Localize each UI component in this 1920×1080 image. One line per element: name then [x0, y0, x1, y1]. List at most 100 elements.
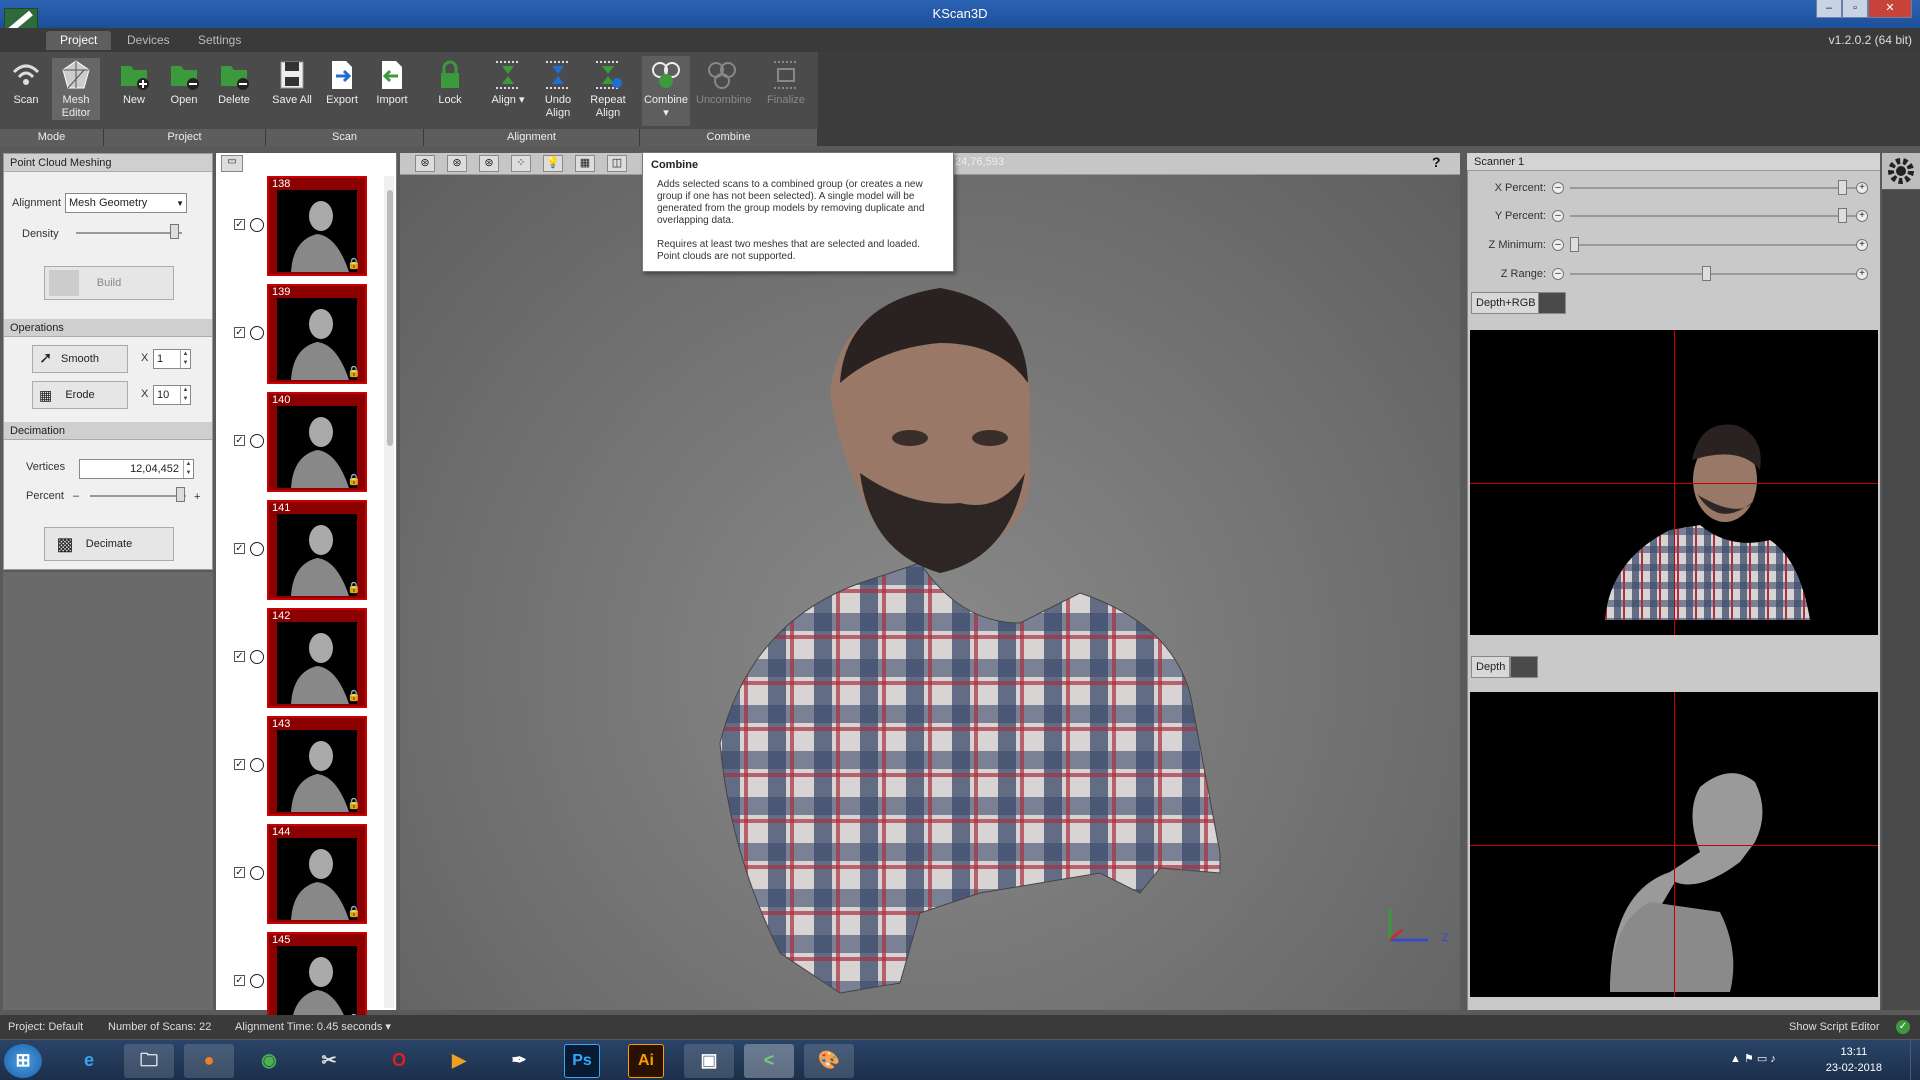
camera-icon[interactable]	[1510, 656, 1538, 678]
scan-thumbnail[interactable]: 143 🔒	[267, 716, 367, 816]
scanned-person-model[interactable]	[400, 153, 1460, 1010]
percent-minus[interactable]: –	[73, 490, 79, 502]
paint-icon[interactable]: 🎨	[804, 1044, 854, 1078]
scan-thumbnail[interactable]: 140 🔒	[267, 392, 367, 492]
scan-visibility-checkbox[interactable]: ✓	[234, 651, 245, 662]
scan-thumbnail[interactable]: 138 🔒	[267, 176, 367, 276]
color-grid-icon[interactable]: ▦	[575, 155, 595, 172]
scan-visibility-checkbox[interactable]: ✓	[234, 327, 245, 338]
alignment-select[interactable]: Mesh Geometry ▼	[65, 193, 187, 213]
x-percent-slider[interactable]: X Percent: – +	[1470, 177, 1878, 199]
erode-button[interactable]: ▦ Erode	[32, 381, 128, 409]
close-button[interactable]: ✕	[1868, 0, 1912, 18]
z-minimum-slider[interactable]: Z Minimum: – +	[1470, 234, 1878, 256]
build-button[interactable]: Build	[44, 266, 174, 300]
scan-button[interactable]: Scan	[2, 58, 50, 107]
tray-icons[interactable]: ▲ ⚑ ▭ ♪	[1730, 1052, 1776, 1065]
slider-knob[interactable]	[1570, 237, 1579, 252]
smooth-iterations-input[interactable]: 1 ▲ ▼	[153, 349, 191, 369]
y-percent-slider[interactable]: Y Percent: – +	[1470, 205, 1878, 227]
density-slider-knob[interactable]	[170, 224, 179, 239]
opera-icon[interactable]: O	[374, 1044, 424, 1078]
spin-buttons[interactable]: ▲ ▼	[180, 386, 190, 404]
scan-thumbnail[interactable]: 139 🔒	[267, 284, 367, 384]
tab-depth[interactable]: Depth	[1471, 656, 1511, 678]
uncombine-button[interactable]: Uncombine	[696, 58, 752, 107]
alignment-time-status[interactable]: Alignment Time: 0.45 seconds ▾	[235, 1015, 391, 1039]
slider-knob[interactable]	[1838, 180, 1847, 195]
slider-knob[interactable]	[1838, 208, 1847, 223]
percent-plus[interactable]: +	[194, 491, 200, 503]
reel-icon[interactable]	[250, 218, 264, 232]
bounding-box-icon[interactable]: ◫	[607, 155, 627, 172]
illustrator-icon[interactable]: Ai	[628, 1044, 664, 1078]
scan-visibility-checkbox[interactable]: ✓	[234, 543, 245, 554]
combine-button[interactable]: Combine ▾	[642, 56, 690, 126]
reel-alt-icon[interactable]: ⊛	[447, 155, 467, 172]
show-script-editor-link[interactable]: Show Script Editor	[1789, 1015, 1879, 1039]
new-button[interactable]: New	[110, 58, 158, 107]
reel-icon[interactable]	[250, 434, 264, 448]
plus-icon[interactable]: +	[1856, 210, 1868, 222]
minus-icon[interactable]: –	[1552, 239, 1564, 251]
camera-icon[interactable]	[1538, 292, 1566, 314]
smooth-button[interactable]: ➚ Smooth	[32, 345, 128, 373]
chrome-icon[interactable]: ◉	[244, 1044, 294, 1078]
tab-depth-rgb[interactable]: Depth+RGB	[1471, 292, 1541, 314]
minus-icon[interactable]: –	[1552, 182, 1564, 194]
reel-icon[interactable]	[250, 326, 264, 340]
export-button[interactable]: Export	[318, 58, 366, 107]
erode-iterations-input[interactable]: 10 ▲ ▼	[153, 385, 191, 405]
mesh-editor-button[interactable]: Mesh Editor	[52, 58, 100, 120]
reel-outline-icon[interactable]: ⊛	[479, 155, 499, 172]
decimate-button[interactable]: ▩ Decimate	[44, 527, 174, 561]
reel-icon[interactable]	[250, 866, 264, 880]
scan-item[interactable]: ✓ 138 🔒	[216, 176, 397, 284]
image-view-icon[interactable]: ▭	[221, 155, 243, 172]
scan-item[interactable]: ✓ 143 🔒	[216, 716, 397, 824]
finalize-button[interactable]: Finalize	[762, 58, 810, 107]
scan-thumbnail[interactable]: 144 🔒	[267, 824, 367, 924]
start-button[interactable]: ⊞	[4, 1044, 42, 1078]
slider-knob[interactable]	[1702, 266, 1711, 281]
scan-visibility-checkbox[interactable]: ✓	[234, 759, 245, 770]
percent-slider[interactable]	[90, 495, 186, 497]
reel-icon[interactable]: ⊛	[415, 155, 435, 172]
spin-buttons[interactable]: ▲ ▼	[180, 350, 190, 368]
minimize-button[interactable]: –	[1816, 0, 1842, 18]
percent-slider-knob[interactable]	[176, 487, 185, 502]
scan-thumbnail[interactable]: 141 🔒	[267, 500, 367, 600]
reel-icon[interactable]	[250, 758, 264, 772]
reel-icon[interactable]	[250, 542, 264, 556]
firefox-icon[interactable]: ●	[184, 1044, 234, 1078]
import-button[interactable]: Import	[368, 58, 416, 107]
scan-visibility-checkbox[interactable]: ✓	[234, 219, 245, 230]
media-player-icon[interactable]: ▶	[434, 1044, 484, 1078]
repeat-align-button[interactable]: Repeat Align	[584, 58, 632, 120]
open-button[interactable]: Open	[160, 58, 208, 107]
monitor-app-icon[interactable]: ▣	[684, 1044, 734, 1078]
light-bulb-icon[interactable]: 💡	[543, 155, 563, 172]
scan-item[interactable]: ✓ 142 🔒	[216, 608, 397, 716]
plus-icon[interactable]: +	[1856, 182, 1868, 194]
photoshop-icon[interactable]: Ps	[564, 1044, 600, 1078]
tab-settings[interactable]: Settings	[198, 33, 241, 47]
plus-icon[interactable]: +	[1856, 268, 1868, 280]
tab-devices[interactable]: Devices	[127, 33, 170, 47]
tab-project[interactable]: Project	[46, 31, 112, 50]
delete-button[interactable]: Delete	[210, 58, 258, 107]
scrollbar-thumb[interactable]	[387, 190, 393, 446]
show-desktop-button[interactable]	[1910, 1040, 1920, 1080]
file-explorer-icon[interactable]: 🗀	[124, 1044, 174, 1078]
inkscape-icon[interactable]: ✒	[494, 1044, 544, 1078]
save-all-button[interactable]: Save All	[268, 58, 316, 107]
scan-visibility-checkbox[interactable]: ✓	[234, 975, 245, 986]
scan-item[interactable]: ✓ 139 🔒	[216, 284, 397, 392]
kscan3d-taskbar-icon[interactable]: <	[744, 1044, 794, 1078]
snipping-tool-icon[interactable]: ✂	[304, 1044, 354, 1078]
z-range-slider[interactable]: Z Range: – +	[1470, 263, 1878, 285]
lock-button[interactable]: Lock	[426, 58, 474, 107]
minus-icon[interactable]: –	[1552, 268, 1564, 280]
reel-icon[interactable]	[250, 650, 264, 664]
system-clock[interactable]: 13:11 23-02-2018	[1826, 1044, 1882, 1076]
